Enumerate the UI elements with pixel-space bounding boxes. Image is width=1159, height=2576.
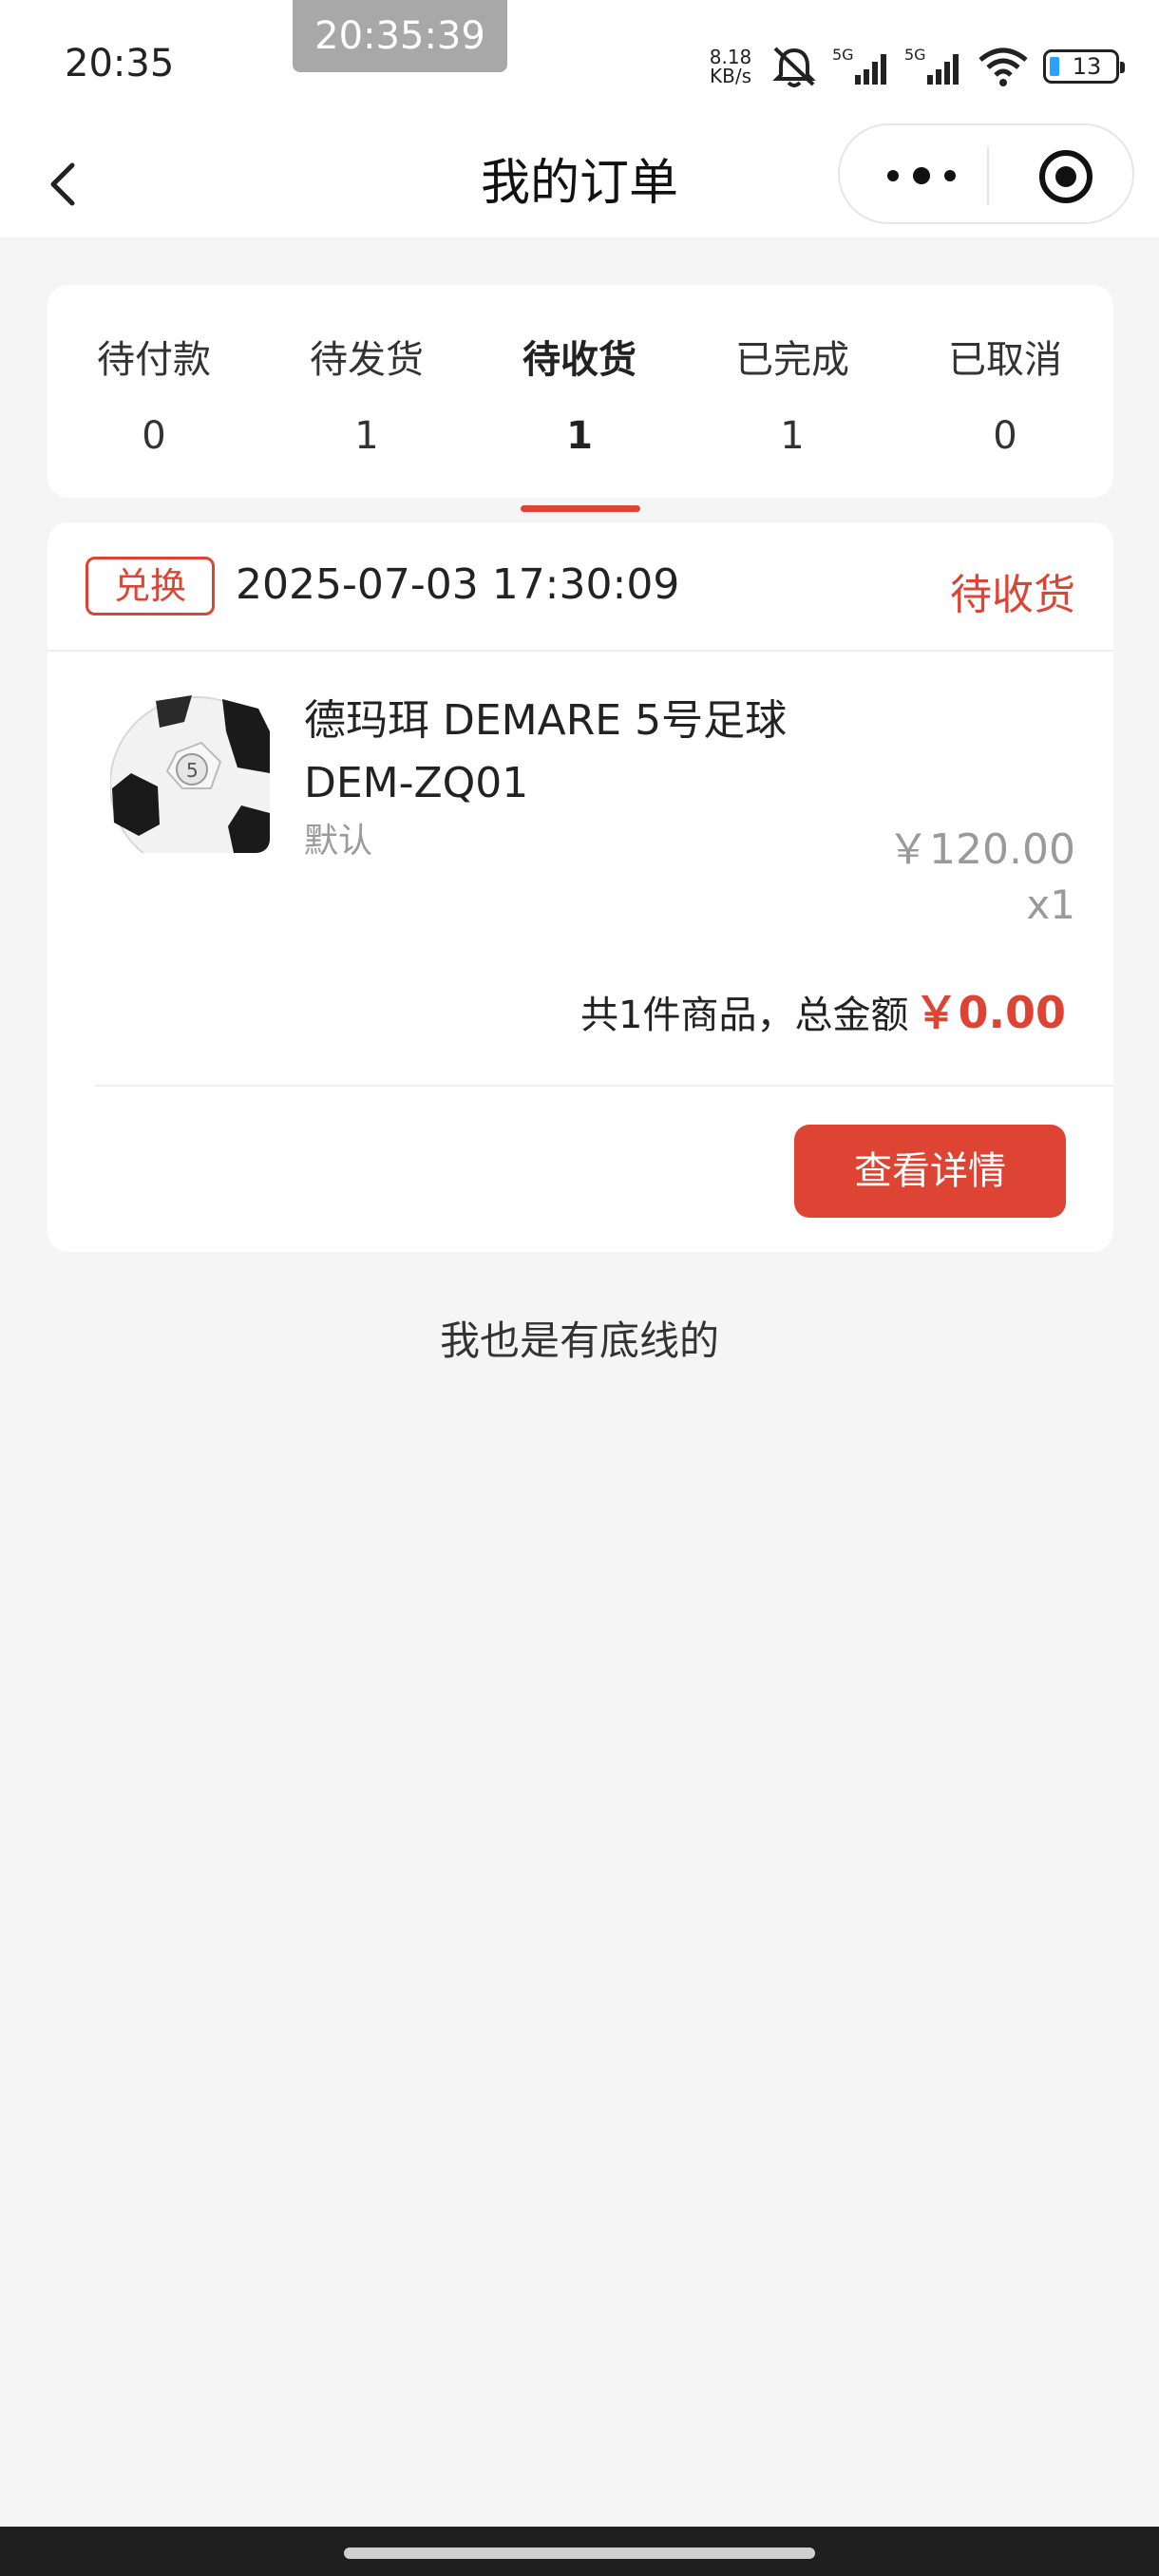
order-datetime: 2025-07-03 17:30:09 [236, 560, 680, 609]
capsule-divider [987, 146, 989, 205]
product-spec: 默认 [304, 822, 373, 861]
net-speed-value: 8.18 [709, 46, 752, 68]
end-of-list-note: 我也是有底线的 [439, 1317, 719, 1364]
tab-count: 0 [993, 414, 1017, 458]
divider [95, 1085, 1113, 1087]
mute-bell-icon [770, 45, 819, 88]
product-image[interactable]: 5 [110, 693, 270, 853]
soccer-ball-icon: 5 [110, 693, 270, 853]
tab-count: 1 [354, 414, 379, 458]
signal2-label: 5G [904, 46, 926, 64]
target-icon[interactable] [1036, 146, 1096, 207]
divider [48, 650, 1113, 652]
tab-label: 待收货 [522, 338, 636, 382]
tab-pending-receipt[interactable]: 待收货 1 [473, 285, 686, 498]
tab-label: 待发货 [310, 338, 424, 382]
tab-pending-shipment[interactable]: 待发货 1 [260, 285, 473, 498]
wifi-icon [977, 45, 1030, 88]
active-tab-indicator [521, 505, 640, 512]
tab-pending-payment[interactable]: 待付款 0 [48, 285, 260, 498]
product-name[interactable]: 德玛珥 DEMARE 5号足球 DEM-ZQ01 [304, 690, 874, 815]
tab-count: 1 [566, 414, 593, 458]
status-time: 20:35 [65, 42, 175, 85]
order-type-badge: 兑换 [86, 557, 215, 616]
battery-icon: 13 [1043, 49, 1125, 84]
order-status-tabs: 待付款 0 待发货 1 待收货 1 已完成 1 已取消 0 [48, 285, 1113, 498]
screen-record-time: 20:35:39 [293, 0, 507, 72]
order-total-amount: ￥0.00 [914, 987, 1067, 1038]
product-quantity: x1 [1026, 881, 1075, 928]
signal-5g-icon: 5G [904, 45, 963, 88]
status-icons: 8.18 KB/s 5G 5G 13 [705, 42, 1125, 91]
order-total-label: 共1件商品，总金额 [580, 994, 909, 1037]
tab-cancelled[interactable]: 已取消 0 [899, 285, 1112, 498]
tab-count: 1 [780, 414, 805, 458]
system-navigation-bar [0, 2527, 1159, 2576]
tab-label: 待付款 [97, 338, 211, 382]
home-gesture-handle[interactable] [344, 2548, 815, 2559]
order-total: 共1件商品，总金额 ￥0.00 [580, 978, 1066, 1041]
product-price: ￥120.00 [887, 825, 1075, 874]
signal-5g-icon: 5G [832, 45, 891, 88]
tab-count: 0 [142, 414, 166, 458]
net-speed: 8.18 KB/s [705, 47, 756, 85]
more-dots-icon[interactable] [878, 160, 965, 192]
tab-completed[interactable]: 已完成 1 [686, 285, 899, 498]
mini-program-capsule [838, 123, 1134, 224]
svg-text:5: 5 [186, 759, 199, 782]
tab-label: 已取消 [948, 338, 1062, 382]
view-details-button[interactable]: 查看详情 [794, 1125, 1066, 1218]
status-bar: 20:35 20:35:39 8.18 KB/s 5G 5G 13 [0, 0, 1159, 133]
net-speed-unit: KB/s [710, 65, 751, 87]
tab-label: 已完成 [735, 338, 849, 382]
order-card[interactable]: 兑换 2025-07-03 17:30:09 待收货 5 德玛珥 DEMARE … [48, 522, 1113, 1252]
order-status: 待收货 [950, 571, 1075, 619]
signal1-label: 5G [832, 46, 854, 64]
